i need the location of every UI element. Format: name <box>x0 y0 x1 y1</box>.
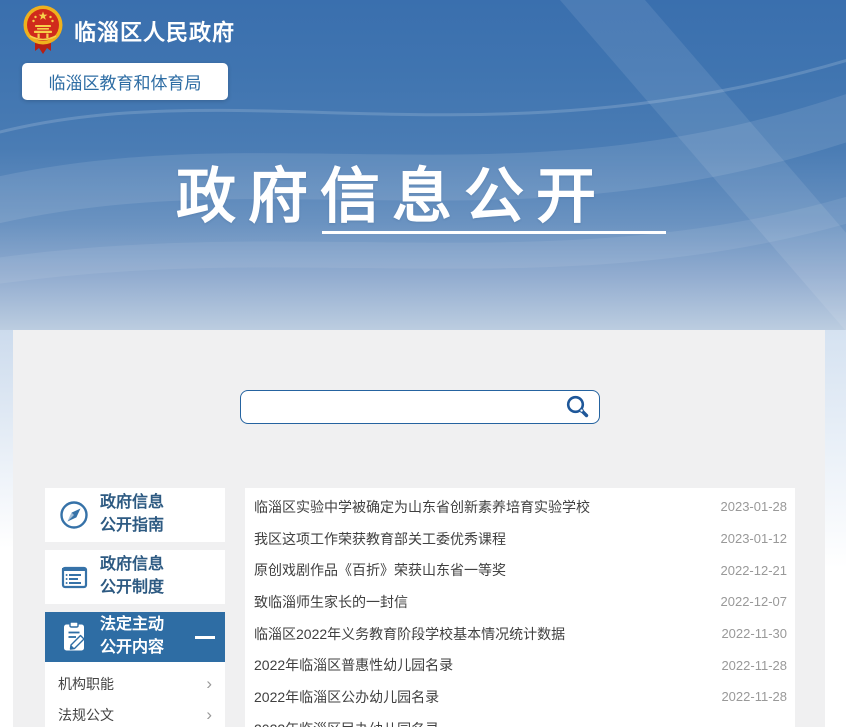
news-title-link[interactable]: 我区这项工作荣获教育部关工委优秀课程 <box>254 529 506 549</box>
compass-icon <box>57 499 91 531</box>
right-edge-decoration <box>825 330 846 727</box>
sidebar-item-system[interactable]: 政府信息 公开制度 <box>45 550 225 604</box>
news-title-link[interactable]: 临淄区实验中学被确定为山东省创新素养培育实验学校 <box>254 497 590 517</box>
news-list-item[interactable]: 原创戏剧作品《百折》荣获山东省一等奖 2022-12-21 <box>245 554 795 586</box>
submenu-item-label: 法规公文 <box>58 705 114 725</box>
gov-site-name[interactable]: 临淄区人民政府 <box>74 15 235 47</box>
magnifier-icon <box>565 394 591 420</box>
left-edge-decoration <box>0 330 13 727</box>
document-list-icon <box>57 561 91 593</box>
news-list: 临淄区实验中学被确定为山东省创新素养培育实验学校 2023-01-28 我区这项… <box>245 488 795 727</box>
submenu-item-functions[interactable]: 机构职能 › <box>45 668 225 699</box>
title-underline-decoration <box>322 231 666 234</box>
sidebar-item-statutory-disclosure[interactable]: 法定主动 公开内容 <box>45 612 225 662</box>
news-date: 2023-01-12 <box>721 531 788 546</box>
news-date: 2023-01-28 <box>721 499 788 514</box>
search-button[interactable] <box>557 391 599 423</box>
news-title-link[interactable]: 2022年临淄区民办幼儿园名录 <box>254 719 439 727</box>
sidebar: 政府信息 公开指南 政府信息 公开制度 <box>45 488 225 727</box>
sidebar-item-label: 政府信息 公开制度 <box>100 554 164 599</box>
department-button[interactable]: 临淄区教育和体育局 <box>22 63 228 100</box>
news-title-link[interactable]: 2022年临淄区公办幼儿园名录 <box>254 687 439 707</box>
page-title: 政府信息公开 <box>176 148 608 235</box>
news-list-item[interactable]: 致临淄师生家长的一封信 2022-12-07 <box>245 586 795 618</box>
page-root: { "header": { "gov_name": "临淄区人民政府", "de… <box>0 0 846 727</box>
submenu-item-regulations[interactable]: 法规公文 › <box>45 699 225 727</box>
news-list-item[interactable]: 2022年临淄区普惠性幼儿园名录 2022-11-28 <box>245 649 795 681</box>
news-list-item[interactable]: 2022年临淄区民办幼儿园名录 <box>245 713 795 727</box>
news-date: 2022-12-21 <box>721 563 788 578</box>
news-date: 2022-11-28 <box>721 658 787 673</box>
news-title-link[interactable]: 2022年临淄区普惠性幼儿园名录 <box>254 655 453 675</box>
chevron-right-icon: › <box>206 706 212 723</box>
expanded-indicator-dash <box>195 636 215 639</box>
banner: 临淄区人民政府 临淄区教育和体育局 政府信息公开 <box>0 0 846 330</box>
news-date: 2022-12-07 <box>721 594 788 609</box>
news-date: 2022-11-30 <box>721 626 787 641</box>
national-emblem-icon <box>22 5 64 55</box>
search-bar <box>240 390 600 424</box>
sidebar-item-label: 政府信息 公开指南 <box>100 492 164 537</box>
sidebar-item-label: 法定主动 公开内容 <box>100 614 164 659</box>
clipboard-pen-icon <box>57 620 91 654</box>
sidebar-submenu: 机构职能 › 法规公文 › <box>45 662 225 727</box>
department-button-label: 临淄区教育和体育局 <box>49 69 202 94</box>
news-list-item[interactable]: 临淄区实验中学被确定为山东省创新素养培育实验学校 2023-01-28 <box>245 491 795 523</box>
news-title-link[interactable]: 原创戏剧作品《百折》荣获山东省一等奖 <box>254 560 506 580</box>
news-date: 2022-11-28 <box>721 689 787 704</box>
news-list-item[interactable]: 临淄区2022年义务教育阶段学校基本情况统计数据 2022-11-30 <box>245 618 795 650</box>
submenu-item-label: 机构职能 <box>58 674 114 694</box>
news-title-link[interactable]: 致临淄师生家长的一封信 <box>254 592 408 612</box>
search-input[interactable] <box>241 391 557 423</box>
news-title-link[interactable]: 临淄区2022年义务教育阶段学校基本情况统计数据 <box>254 624 565 644</box>
news-list-item[interactable]: 2022年临淄区公办幼儿园名录 2022-11-28 <box>245 681 795 713</box>
sidebar-item-guide[interactable]: 政府信息 公开指南 <box>45 488 225 542</box>
news-list-item[interactable]: 我区这项工作荣获教育部关工委优秀课程 2023-01-12 <box>245 523 795 555</box>
chevron-right-icon: › <box>206 675 212 692</box>
